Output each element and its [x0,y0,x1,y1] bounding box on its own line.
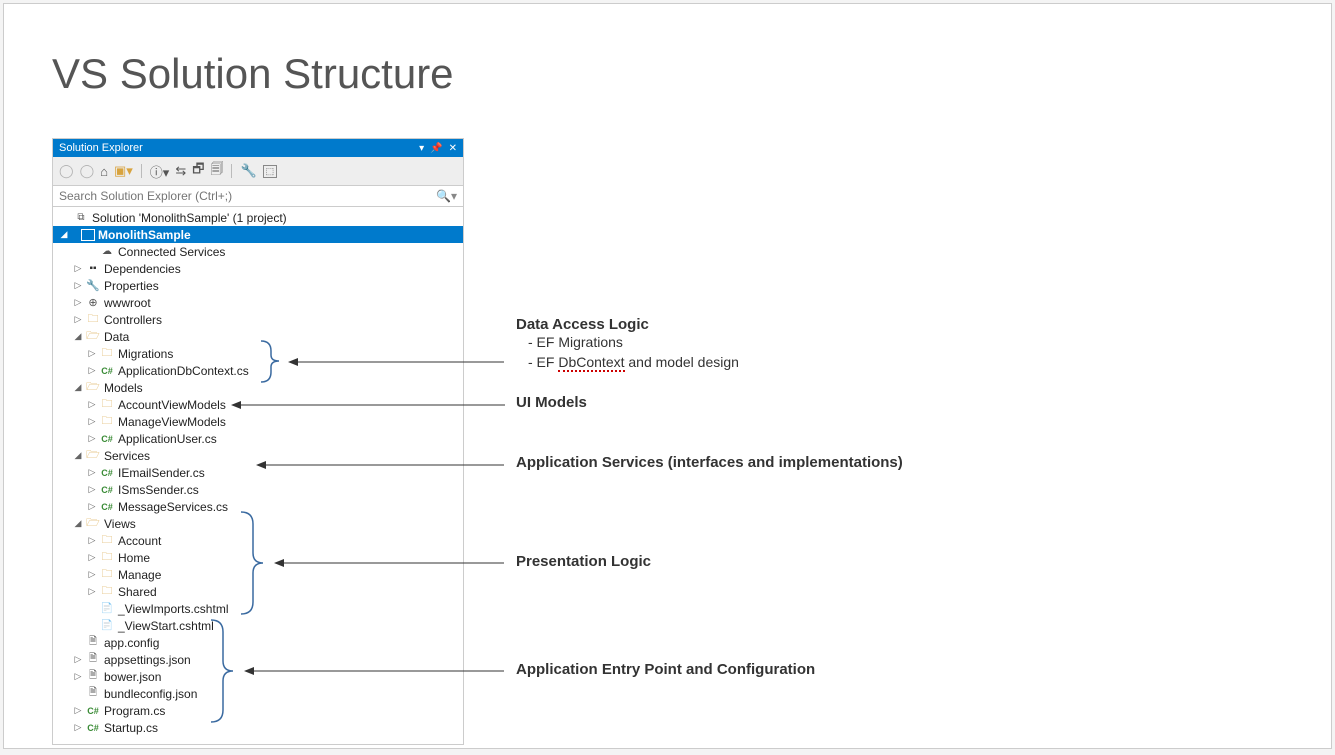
arrow-models [229,399,507,411]
panel-title-bar[interactable]: Solution Explorer ▾ 📌 ✕ [53,139,463,157]
page-title: VS Solution Structure [52,50,454,98]
cs-icon: C# [85,704,101,718]
bracket-config [209,618,244,724]
bracket-data [259,339,289,384]
arrow-services [254,459,506,471]
project-node[interactable]: ◢MonolithSample [53,226,463,243]
folder-icon: 🗀 [85,313,101,327]
bracket-views [239,510,274,616]
annotation-app-services: Application Services (interfaces and imp… [516,454,903,471]
nav-back-icon[interactable]: ◯ [59,163,74,179]
sync-icon[interactable]: ⇆ [175,163,186,179]
folder-icon: 🗀 [99,568,115,582]
slide: VS Solution Structure Solution Explorer … [3,3,1332,749]
cs-icon: C# [99,466,115,480]
cs-icon: C# [99,364,115,378]
panel-toolbar: ◯ ◯ ⌂ ▣▾ ⓘ▾ ⇆ 🗗 🗐 🔧 ⬚ [53,157,463,186]
folder-icon: 🗀 [99,347,115,361]
folder-icon: 🗀 [99,534,115,548]
panel-title-controls: ▾ 📌 ✕ [419,143,457,154]
close-icon[interactable]: ✕ [449,143,457,154]
tree-item-appconfig[interactable]: 🗎app.config [53,634,463,651]
arrow-config [242,665,506,677]
arrow-data [286,356,506,368]
json-icon: 🗎 [85,687,101,701]
solution-icon: ⧉ [73,211,89,225]
expand-icon[interactable]: ◢ [59,229,69,240]
config-icon: 🗎 [85,636,101,650]
properties-icon[interactable]: 🔧 [240,163,256,179]
folder-open-icon: 🗁 [85,330,101,344]
tree-item-deps[interactable]: ▷▪▪Dependencies [53,260,463,277]
tree-item-wwwroot[interactable]: ▷⊕wwwroot [53,294,463,311]
tree-item-viewstart[interactable]: 📄_ViewStart.cshtml [53,617,463,634]
panel-title-text: Solution Explorer [59,142,143,154]
chevron-right-icon[interactable]: ▷ [73,263,83,274]
search-icon[interactable]: 🔍▾ [436,189,457,203]
scope-icon[interactable]: ▣▾ [114,163,133,179]
folder-open-icon: 🗁 [85,449,101,463]
tree-item-isms[interactable]: ▷C#ISmsSender.cs [53,481,463,498]
cshtml-icon: 📄 [99,619,115,633]
tree-item-appuser[interactable]: ▷C#ApplicationUser.cs [53,430,463,447]
folder-icon: 🗀 [99,585,115,599]
annotation-ui-models: UI Models [516,394,587,411]
dropdown-icon[interactable]: ▾ [419,143,424,154]
cs-icon: C# [99,500,115,514]
arrow-views [272,557,506,569]
copy-icon[interactable]: 🗐 [210,160,223,182]
tree-item-bundle[interactable]: 🗎bundleconfig.json [53,685,463,702]
pin-icon[interactable]: 📌 [430,143,442,154]
project-icon [81,229,95,241]
refresh-icon[interactable]: 🗗 [192,160,204,182]
folder-open-icon: 🗁 [85,517,101,531]
search-input[interactable] [59,189,436,203]
annotation-entry: Application Entry Point and Configuratio… [516,661,815,678]
home-icon[interactable]: ⌂ [100,164,108,179]
tree-item-startup[interactable]: ▷C#Startup.cs [53,719,463,736]
folder-icon: 🗀 [99,415,115,429]
tree-item-program[interactable]: ▷C#Program.cs [53,702,463,719]
search-row: 🔍▾ [53,186,463,207]
json-icon: 🗎 [85,670,101,684]
folder-icon: 🗀 [99,551,115,565]
json-icon: 🗎 [85,653,101,667]
annotation-data-access: Data Access Logic - EF Migrations - EF D… [516,316,739,372]
deps-icon: ▪▪ [85,262,101,276]
tree: ⧉Solution 'MonolithSample' (1 project) ◢… [53,207,463,744]
folder-icon: 🗀 [99,398,115,412]
tree-item-controllers[interactable]: ▷🗀Controllers [53,311,463,328]
globe-icon: ⊕ [85,296,101,310]
cs-icon: C# [99,483,115,497]
nav-forward-icon[interactable]: ◯ [80,163,95,179]
cs-icon: C# [85,721,101,735]
annotation-presentation: Presentation Logic [516,553,651,570]
show-all-icon[interactable]: ⬚ [263,165,278,178]
tree-item-data[interactable]: ◢🗁Data [53,328,463,345]
connected-icon: ☁ [99,245,115,259]
wrench-icon: 🔧 [85,279,101,293]
cshtml-icon: 📄 [99,602,115,616]
tree-item-props[interactable]: ▷🔧Properties [53,277,463,294]
tree-item-models[interactable]: ◢🗁Models [53,379,463,396]
tree-item-connected[interactable]: ☁Connected Services [53,243,463,260]
history-icon[interactable]: ⓘ▾ [150,162,170,181]
solution-explorer-panel: Solution Explorer ▾ 📌 ✕ ◯ ◯ ⌂ ▣▾ ⓘ▾ ⇆ 🗗 … [52,138,464,745]
folder-open-icon: 🗁 [85,381,101,395]
solution-node[interactable]: ⧉Solution 'MonolithSample' (1 project) [53,209,463,226]
tree-item-managevm[interactable]: ▷🗀ManageViewModels [53,413,463,430]
cs-icon: C# [99,432,115,446]
